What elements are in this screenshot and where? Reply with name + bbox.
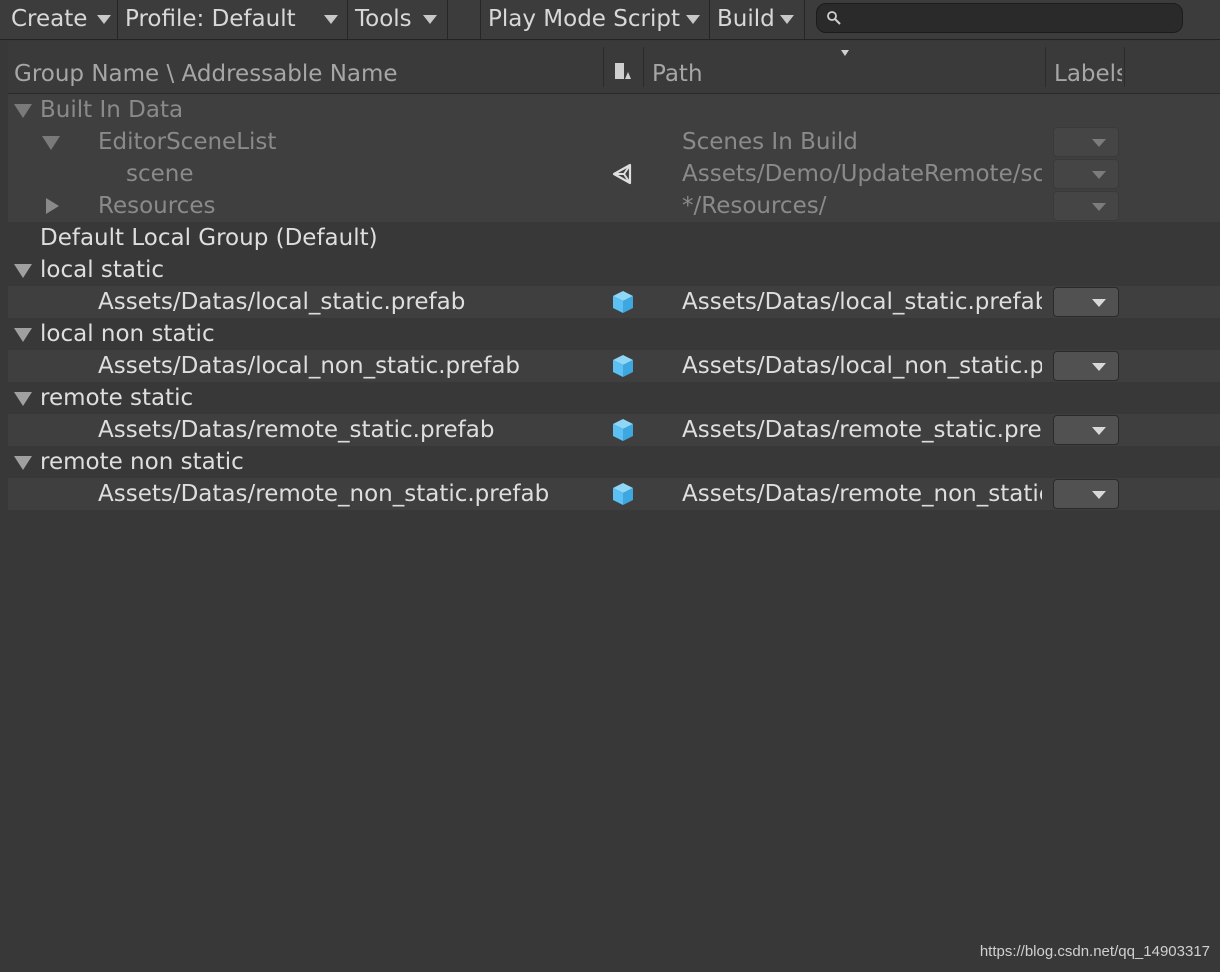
chevron-down-icon — [1092, 299, 1106, 307]
group-name: remote non static — [40, 449, 244, 475]
build-menu-button[interactable]: Build — [710, 0, 805, 39]
chevron-down-icon — [423, 15, 437, 24]
tree-row-group[interactable]: remote non static — [8, 446, 1220, 478]
toolbar-spacer — [448, 0, 481, 39]
foldout-expanded-icon[interactable] — [14, 104, 32, 118]
chevron-down-icon — [780, 15, 794, 24]
watermark: https://blog.csdn.net/qq_14903317 — [979, 943, 1210, 960]
column-divider[interactable] — [1124, 47, 1125, 87]
foldout-expanded-icon[interactable] — [14, 264, 32, 278]
prefab-cube-icon — [613, 291, 633, 313]
group-name: Default Local Group (Default) — [40, 225, 378, 251]
labels-dropdown — [1053, 191, 1119, 221]
chevron-down-icon — [1092, 171, 1106, 179]
chevron-down-icon — [1092, 139, 1106, 147]
sort-descending-icon — [841, 50, 849, 56]
tree-row-entry[interactable]: Assets/Datas/local_static.prefab Assets/… — [8, 286, 1220, 318]
chevron-down-icon — [1092, 491, 1106, 499]
play-mode-script-label: Play Mode Script — [488, 6, 680, 32]
column-divider[interactable] — [603, 47, 604, 87]
profile-label: Profile: Default — [125, 6, 296, 32]
tree-row-group[interactable]: local static — [8, 254, 1220, 286]
chevron-down-icon — [97, 15, 111, 24]
column-path[interactable]: Path — [652, 61, 703, 87]
search-input[interactable] — [816, 3, 1183, 33]
search-icon — [827, 11, 841, 25]
chevron-down-icon — [686, 15, 700, 24]
group-name: local non static — [40, 321, 215, 347]
type-column-icon — [615, 63, 631, 79]
tree-row-entry[interactable]: EditorSceneList Scenes In Build — [8, 126, 1220, 158]
create-menu-button[interactable]: Create — [4, 0, 118, 39]
labels-dropdown[interactable] — [1053, 415, 1119, 445]
prefab-cube-icon — [613, 355, 633, 377]
foldout-collapsed-icon[interactable] — [46, 198, 59, 214]
chevron-down-icon — [1092, 427, 1106, 435]
labels-dropdown — [1053, 159, 1119, 189]
column-labels[interactable]: Labels — [1054, 61, 1122, 87]
tree-row-entry[interactable]: Assets/Datas/remote_non_static.prefab As… — [8, 478, 1220, 510]
column-group-name[interactable]: Group Name \ Addressable Name — [14, 61, 398, 87]
labels-dropdown — [1053, 127, 1119, 157]
column-divider[interactable] — [643, 47, 644, 87]
entry-name: EditorSceneList — [98, 129, 277, 155]
entry-name: Assets/Datas/local_static.prefab — [98, 289, 466, 315]
foldout-expanded-icon[interactable] — [14, 392, 32, 406]
toolbar: Create Profile: Default Tools Play Mode … — [0, 0, 1220, 40]
foldout-expanded-icon[interactable] — [14, 328, 32, 342]
chevron-down-icon — [1092, 363, 1106, 371]
entry-path: Assets/Datas/remote_static.prefab — [682, 417, 1042, 443]
column-header: Group Name \ Addressable Name Path Label… — [8, 41, 1220, 94]
profile-menu-button[interactable]: Profile: Default — [118, 0, 348, 39]
foldout-expanded-icon[interactable] — [42, 136, 60, 150]
tree-row-group[interactable]: Built In Data — [8, 94, 1220, 126]
build-label: Build — [717, 6, 775, 32]
group-name: Built In Data — [40, 97, 184, 123]
group-name: local static — [40, 257, 165, 283]
tree-row-entry[interactable]: scene Assets/Demo/UpdateRemote/scene.uni… — [8, 158, 1220, 190]
entry-path: Assets/Datas/local_static.prefab — [682, 289, 1042, 315]
foldout-expanded-icon[interactable] — [14, 456, 32, 470]
tools-label: Tools — [355, 6, 412, 32]
entry-path: Assets/Datas/local_non_static.prefab — [682, 353, 1042, 379]
tree-row-group[interactable]: Default Local Group (Default) — [8, 222, 1220, 254]
entry-path: Scenes In Build — [682, 129, 858, 155]
tree-row-group[interactable]: remote static — [8, 382, 1220, 414]
play-mode-script-menu-button[interactable]: Play Mode Script — [481, 0, 710, 39]
entry-name: Assets/Datas/remote_static.prefab — [98, 417, 495, 443]
labels-dropdown[interactable] — [1053, 479, 1119, 509]
entry-path: Assets/Datas/remote_non_static.prefab — [682, 481, 1042, 507]
unity-scene-icon — [612, 163, 632, 185]
labels-dropdown[interactable] — [1053, 287, 1119, 317]
create-label: Create — [11, 6, 88, 32]
tree-row-entry[interactable]: Assets/Datas/local_non_static.prefab Ass… — [8, 350, 1220, 382]
entry-path: */Resources/ — [682, 193, 827, 219]
tree-row-entry[interactable]: Assets/Datas/remote_static.prefab Assets… — [8, 414, 1220, 446]
entry-name: scene — [126, 161, 194, 187]
chevron-down-icon — [1092, 203, 1106, 211]
chevron-down-icon — [324, 15, 338, 24]
entry-name: Resources — [98, 193, 216, 219]
entry-path: Assets/Demo/UpdateRemote/scene.unity — [682, 161, 1042, 187]
labels-dropdown[interactable] — [1053, 351, 1119, 381]
tools-menu-button[interactable]: Tools — [348, 0, 448, 39]
prefab-cube-icon — [613, 419, 633, 441]
entry-name: Assets/Datas/local_non_static.prefab — [98, 353, 521, 379]
tree-row-group[interactable]: local non static — [8, 318, 1220, 350]
tree-row-entry[interactable]: Resources */Resources/ — [8, 190, 1220, 222]
column-divider[interactable] — [1045, 47, 1046, 87]
prefab-cube-icon — [613, 483, 633, 505]
group-name: remote static — [40, 385, 194, 411]
entry-name: Assets/Datas/remote_non_static.prefab — [98, 481, 550, 507]
